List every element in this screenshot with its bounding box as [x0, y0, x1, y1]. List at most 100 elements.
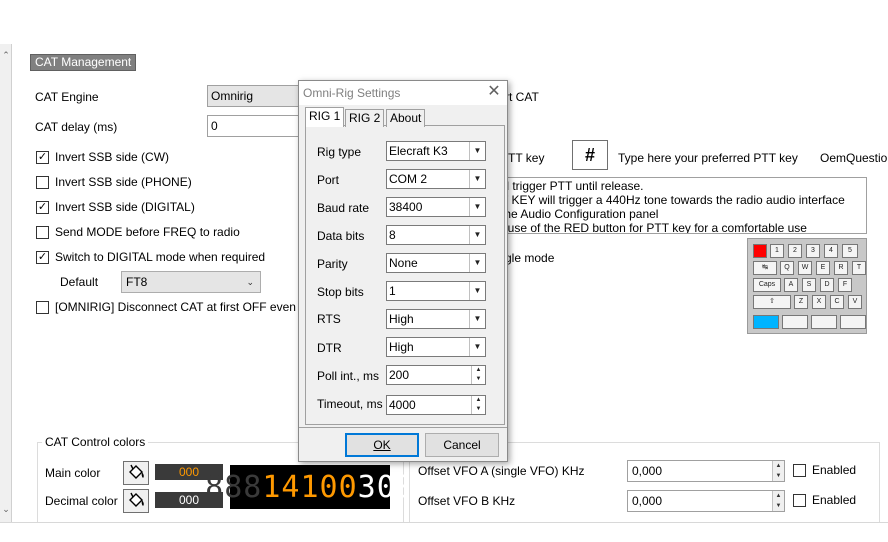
key: R: [834, 261, 848, 275]
offset-vfo-a-enabled[interactable]: Enabled: [793, 463, 856, 477]
default-mode-value: FT8: [126, 275, 148, 289]
key: A: [784, 278, 798, 292]
timeout-label: Timeout, ms: [317, 397, 383, 411]
poll-interval-input[interactable]: 200 ▲ ▼: [386, 365, 486, 385]
timeout-value: 4000: [389, 398, 416, 412]
checkbox-box[interactable]: [36, 300, 49, 314]
parity-select[interactable]: None ▼: [386, 253, 486, 273]
scroll-down-icon[interactable]: ⌄: [0, 502, 12, 516]
ptt-red-key[interactable]: [753, 244, 767, 258]
offset-vfo-b-input[interactable]: 0,000 ▲ ▼: [627, 490, 785, 512]
checkbox-invert-cw[interactable]: ✓ Invert SSB side (CW): [36, 150, 169, 164]
dtr-select[interactable]: High ▼: [386, 337, 486, 357]
scroll-up-icon[interactable]: ⌃: [0, 48, 12, 62]
checkbox-label: Invert SSB side (PHONE): [55, 175, 192, 189]
cat-delay-input[interactable]: 0: [207, 115, 299, 137]
port-select[interactable]: COM 2 ▼: [386, 169, 486, 189]
close-icon[interactable]: ✕: [485, 83, 503, 101]
display-main-digits: 14: [262, 469, 301, 505]
timeout-input[interactable]: 4000 ▲ ▼: [386, 395, 486, 415]
chevron-down-icon: ▼: [469, 310, 485, 328]
check-icon[interactable]: ✓: [36, 250, 49, 264]
tab-about[interactable]: About: [386, 109, 426, 127]
chevron-down-icon: ▼: [469, 254, 485, 272]
tab-rig1[interactable]: RIG 1: [305, 107, 345, 127]
key: D: [820, 278, 834, 292]
default-mode-select[interactable]: FT8 ⌄: [121, 271, 261, 293]
check-icon[interactable]: ✓: [36, 150, 49, 164]
offset-vfo-b-enabled[interactable]: Enabled: [793, 493, 856, 507]
offset-vfo-a-label: Offset VFO A (single VFO) KHz: [418, 464, 585, 478]
ptt-key-label: TT key: [508, 151, 545, 165]
key: ⇧: [753, 295, 791, 309]
chevron-down-icon: ▼: [469, 338, 485, 356]
paint-bucket-icon: [129, 492, 144, 507]
key: T: [852, 261, 866, 275]
spinner-arrows-icon[interactable]: ▲ ▼: [471, 396, 485, 414]
tab-rig2[interactable]: RIG 2: [345, 109, 385, 127]
chevron-down-icon: ▼: [469, 142, 485, 160]
checkbox-omnirig-disconnect[interactable]: [OMNIRIG] Disconnect CAT at first OFF ev…: [36, 300, 296, 314]
cat-engine-label: CAT Engine: [35, 90, 99, 104]
checkbox-send-mode[interactable]: Send MODE before FREQ to radio: [36, 225, 240, 239]
key: Q: [780, 261, 794, 275]
dialog-title: Omni-Rig Settings: [303, 86, 401, 100]
spinner-arrows-icon[interactable]: ▲ ▼: [471, 366, 485, 384]
checkbox-label: Invert SSB side (DIGITAL): [55, 200, 195, 214]
checkbox-invert-phone[interactable]: Invert SSB side (PHONE): [36, 175, 192, 189]
checkbox-switch-digital[interactable]: ✓ Switch to DIGITAL mode when required: [36, 250, 265, 264]
spinner-arrows-icon[interactable]: ▲ ▼: [772, 461, 784, 481]
display-dim-digits: 888: [205, 469, 263, 505]
stop-bits-label: Stop bits: [317, 285, 364, 299]
info-line: t use of the RED button for PTT key for …: [501, 221, 807, 234]
decimal-color-picker-button[interactable]: [123, 489, 149, 513]
main-color-label: Main color: [45, 466, 101, 480]
paint-bucket-icon: [129, 464, 144, 479]
rts-value: High: [389, 312, 414, 326]
checkbox-box[interactable]: [36, 225, 49, 239]
checkbox-invert-digital[interactable]: ✓ Invert SSB side (DIGITAL): [36, 200, 195, 214]
key: 2: [788, 244, 802, 258]
spinner-arrows-icon[interactable]: ▲ ▼: [772, 491, 784, 511]
main-color-picker-button[interactable]: [123, 461, 149, 485]
dtr-value: High: [389, 340, 414, 354]
parity-label: Parity: [317, 257, 348, 271]
cancel-label: Cancel: [443, 438, 481, 452]
single-mode-label: gle mode: [505, 251, 555, 265]
key: E: [816, 261, 830, 275]
checkbox-label: Enabled: [812, 493, 857, 507]
data-bits-value: 8: [389, 228, 396, 242]
ptt-key-name: OemQuestio: [820, 151, 888, 165]
rig-type-value: Elecraft K3: [389, 144, 448, 158]
baud-rate-value: 38400: [389, 200, 423, 214]
ptt-keyboard-image: 1 2 3 4 5 ↹ Q W E R T Caps A S D F ⇧ Z X…: [747, 238, 867, 334]
cat-control-colors-title: CAT Control colors: [42, 434, 149, 450]
omnirig-settings-dialog: Omni-Rig Settings ✕ RIG 1 RIG 2 About Ri…: [298, 80, 508, 462]
stop-bits-select[interactable]: 1 ▼: [386, 281, 486, 301]
cat-engine-select[interactable]: Omnirig: [207, 85, 299, 107]
checkbox-box[interactable]: [793, 493, 806, 507]
vertical-scrollbar[interactable]: [0, 44, 12, 522]
decimal-color-label: Decimal color: [45, 494, 118, 508]
rts-select[interactable]: High ▼: [386, 309, 486, 329]
rig-type-select[interactable]: Elecraft K3 ▼: [386, 141, 486, 161]
display-decimal-digits: 300: [357, 469, 415, 505]
chevron-down-icon: ▼: [469, 282, 485, 300]
default-mode-label: Default: [60, 275, 99, 289]
ptt-cyan-key: [753, 315, 779, 329]
chevron-down-icon: ▼: [469, 226, 485, 244]
baud-rate-label: Baud rate: [317, 201, 370, 215]
check-icon[interactable]: ✓: [36, 200, 49, 214]
checkbox-label: Invert SSB side (CW): [55, 150, 170, 164]
baud-rate-select[interactable]: 38400 ▼: [386, 197, 486, 217]
ptt-key-input[interactable]: #: [572, 140, 608, 170]
checkbox-label: Enabled: [812, 463, 857, 477]
ok-button[interactable]: OK: [345, 433, 419, 457]
checkbox-box[interactable]: [793, 463, 806, 477]
offset-vfo-a-input[interactable]: 0,000 ▲ ▼: [627, 460, 785, 482]
checkbox-box[interactable]: [36, 175, 49, 189]
data-bits-select[interactable]: 8 ▼: [386, 225, 486, 245]
key: C: [830, 295, 844, 309]
poll-interval-value: 200: [389, 368, 410, 382]
cancel-button[interactable]: Cancel: [425, 433, 499, 457]
